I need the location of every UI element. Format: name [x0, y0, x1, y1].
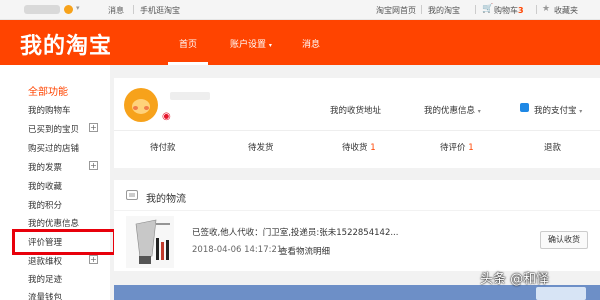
stat-pending-receive[interactable]: 待收货 1	[342, 141, 376, 153]
profile-card: ◉ 我的收货地址 我的优惠信息 ▾ 我的支付宝 ▾ 待付款 待发货 待收货 1 …	[114, 78, 600, 168]
sidebar-item-coupons[interactable]: 我的优惠信息	[28, 217, 79, 229]
sidebar-item-favorites[interactable]: 我的收藏	[28, 180, 62, 192]
stat-pending-receive-label: 待收货	[342, 143, 368, 153]
highlight-annotation-box	[12, 229, 116, 255]
stat-pending-review-label: 待评价	[440, 143, 466, 153]
sidebar-item-stores[interactable]: 购买过的店铺	[28, 142, 79, 154]
stat-pending-ship[interactable]: 待发货	[248, 141, 274, 153]
cart-label: 购物车	[494, 6, 518, 15]
alipay-link[interactable]: 我的支付宝 ▾	[534, 104, 582, 116]
nav-account-settings[interactable]: 账户设置 ▾	[230, 37, 272, 50]
username-redacted[interactable]	[24, 5, 60, 14]
divider	[133, 5, 134, 14]
divider	[536, 5, 537, 14]
avatar-cheek	[133, 106, 138, 110]
logistics-date: 2018-04-06 14:17:21	[192, 245, 283, 255]
promo-banner	[114, 285, 600, 300]
expand-plus-icon[interactable]: +	[89, 161, 98, 170]
address-link[interactable]: 我的收货地址	[330, 104, 381, 116]
sidebar-item-data-wallet[interactable]: 流量钱包	[28, 291, 62, 300]
divider	[114, 130, 600, 131]
star-icon: ★	[542, 4, 551, 14]
chevron-down-icon: ▾	[76, 4, 80, 12]
confirm-receipt-button[interactable]: 确认收货	[540, 231, 588, 249]
product-thumbnail[interactable]	[126, 216, 174, 268]
topbar-favorites-link[interactable]: 收藏夹	[554, 5, 578, 16]
chevron-down-icon: ▾	[579, 108, 583, 115]
stat-pending-review-count: 1	[468, 143, 474, 153]
avatar-cheek	[144, 106, 149, 110]
topbar-cart-link[interactable]: 购物车3	[494, 5, 524, 16]
username-redacted	[170, 92, 210, 100]
topbar-my-taobao-link[interactable]: 我的淘宝	[428, 5, 460, 16]
chevron-down-icon: ▾	[477, 108, 481, 115]
topbar-messages-link[interactable]: 消息	[108, 5, 124, 16]
topbar-home-link[interactable]: 淘宝网首页	[376, 5, 416, 16]
nav-messages[interactable]: 消息	[302, 37, 320, 50]
chevron-down-icon: ▾	[268, 42, 272, 49]
nav-home-label: 首页	[178, 40, 197, 50]
coupon-link-label: 我的优惠信息	[424, 106, 476, 116]
truck-icon	[126, 190, 138, 200]
alipay-link-label: 我的支付宝	[534, 106, 577, 116]
logistics-header: 我的物流	[114, 180, 600, 210]
stat-refund[interactable]: 退款	[544, 141, 561, 153]
stat-pending-receive-count: 1	[370, 143, 376, 153]
sidebar-item-points[interactable]: 我的积分	[28, 199, 62, 211]
stat-pending-review[interactable]: 待评价 1	[440, 141, 474, 153]
vip-badge-icon	[64, 5, 73, 14]
sidebar-item-invoice[interactable]: 我的发票	[28, 161, 62, 173]
sidebar-item-cart[interactable]: 我的购物车	[28, 104, 71, 116]
promo-banner-button[interactable]	[536, 287, 586, 300]
cart-icon[interactable]: 🛒	[482, 4, 493, 14]
divider	[421, 5, 422, 14]
active-tab-indicator	[168, 62, 208, 65]
avatar[interactable]	[124, 88, 158, 122]
coupon-link[interactable]: 我的优惠信息 ▾	[424, 104, 481, 116]
sidebar-title: 全部功能	[28, 87, 68, 98]
sidebar-item-refunds[interactable]: 退款维权	[28, 255, 62, 267]
top-utility-bar: ▾ 消息 手机逛淘宝 淘宝网首页 我的淘宝 🛒 购物车3 ★ 收藏夹	[0, 0, 600, 20]
watermark: 头条 @和怿	[480, 272, 550, 287]
divider	[475, 5, 476, 14]
logistics-title: 我的物流	[146, 194, 186, 205]
nav-account-settings-label: 账户设置	[230, 40, 267, 50]
cart-count: 3	[518, 6, 524, 15]
view-logistics-link[interactable]: 查看物流明细	[279, 245, 330, 257]
sidebar-item-purchased[interactable]: 已买到的宝贝	[28, 123, 79, 135]
logistics-status: 已签收,他人代收：门卫室,投递员:张未1522854142...	[192, 228, 399, 238]
stat-pending-pay[interactable]: 待付款	[150, 141, 176, 153]
alipay-icon	[520, 103, 529, 112]
sidebar-item-footprints[interactable]: 我的足迹	[28, 273, 62, 285]
expand-plus-icon[interactable]: +	[89, 123, 98, 132]
topbar-mobile-taobao-link[interactable]: 手机逛淘宝	[140, 5, 180, 16]
nav-home[interactable]: 首页	[168, 37, 208, 65]
main-header: 我的淘宝 首页 账户设置 ▾ 消息	[0, 20, 600, 65]
weibo-icon[interactable]: ◉	[162, 111, 171, 122]
expand-plus-icon[interactable]: +	[89, 255, 98, 264]
logistics-item: 已签收,他人代收：门卫室,投递员:张未1522854142... 2018-04…	[114, 211, 600, 271]
logo[interactable]: 我的淘宝	[20, 28, 112, 60]
